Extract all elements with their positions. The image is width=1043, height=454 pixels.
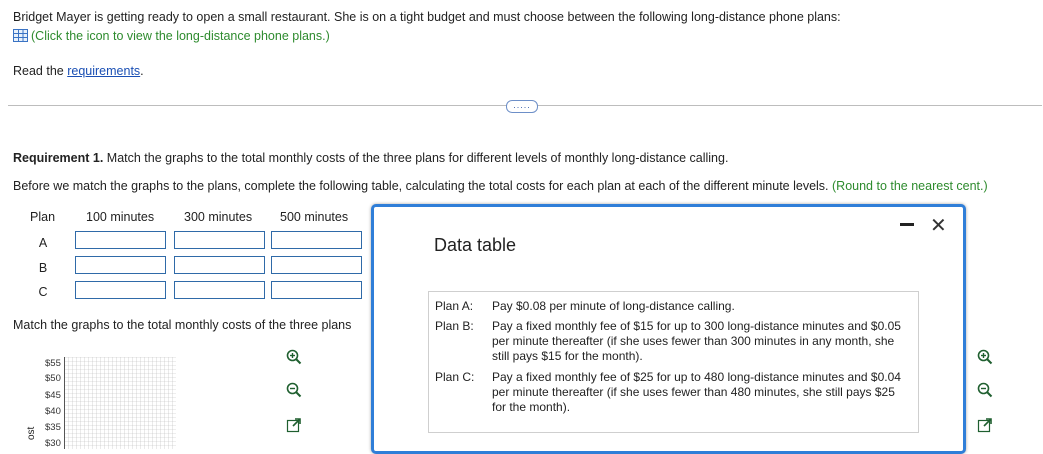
- plan-b-300-input[interactable]: [174, 256, 265, 274]
- row-label-b: B: [38, 261, 48, 275]
- click-icon-text[interactable]: (Click the icon to view the long-distanc…: [31, 29, 330, 43]
- y-axis-label: ost: [26, 426, 37, 440]
- plans-box: Plan A: Pay $0.08 per minute of long-dis…: [428, 291, 919, 433]
- data-table-modal: Data table ✕ Plan A: Pay $0.08 per minut…: [371, 204, 966, 454]
- plan-b-key: Plan B:: [435, 319, 474, 333]
- table-header-plan: Plan: [30, 210, 56, 224]
- y-tick-30: $30: [45, 438, 61, 449]
- plan-c-key: Plan C:: [435, 370, 475, 384]
- row-label-c: C: [38, 285, 48, 299]
- read-requirements-line: Read the requirements.: [13, 64, 144, 78]
- requirement-label: Requirement 1.: [13, 151, 104, 165]
- zoom-out-icon[interactable]: [284, 380, 304, 400]
- y-tick-50: $50: [45, 373, 61, 384]
- plan-c-row: Plan C: Pay a fixed monthly fee of $25 f…: [435, 370, 915, 418]
- table-icon[interactable]: [13, 29, 28, 42]
- expand-dots-button[interactable]: .....: [506, 100, 538, 113]
- instruction-line: Before we match the graphs to the plans,…: [13, 179, 988, 193]
- round-note: (Round to the nearest cent.): [832, 179, 988, 193]
- plan-b-100-input[interactable]: [75, 256, 166, 274]
- expand-graph-icon[interactable]: [284, 415, 304, 435]
- plan-a-300-input[interactable]: [174, 231, 265, 249]
- plan-a-key: Plan A:: [435, 299, 474, 313]
- plan-c-300-input[interactable]: [174, 281, 265, 299]
- table-header-100: 100 minutes: [86, 210, 155, 224]
- plan-c-text: Pay a fixed monthly fee of $25 for up to…: [492, 370, 901, 414]
- minimize-icon[interactable]: [900, 223, 914, 226]
- plan-b-text: Pay a fixed monthly fee of $15 for up to…: [492, 319, 901, 363]
- requirement-text: Match the graphs to the total monthly co…: [103, 151, 729, 165]
- zoom-out-icon-right[interactable]: [975, 380, 995, 400]
- graph-grid: [64, 357, 176, 449]
- plan-a-500-input[interactable]: [271, 231, 362, 249]
- expand-graph-icon-right[interactable]: [975, 415, 995, 435]
- plan-c-500-input[interactable]: [271, 281, 362, 299]
- y-tick-35: $35: [45, 422, 61, 433]
- table-header-500: 500 minutes: [280, 210, 349, 224]
- zoom-in-icon-right[interactable]: [975, 347, 995, 367]
- plan-c-100-input[interactable]: [75, 281, 166, 299]
- instruction-text: Before we match the graphs to the plans,…: [13, 179, 829, 193]
- read-suffix: .: [140, 64, 144, 78]
- plan-b-row: Plan B: Pay a fixed monthly fee of $15 f…: [435, 319, 915, 367]
- row-label-a: A: [38, 236, 48, 250]
- plan-b-500-input[interactable]: [271, 256, 362, 274]
- y-tick-55: $55: [45, 358, 61, 369]
- zoom-in-icon[interactable]: [284, 347, 304, 367]
- plan-a-row: Plan A: Pay $0.08 per minute of long-dis…: [435, 299, 915, 315]
- problem-text: Bridget Mayer is getting ready to open a…: [13, 10, 841, 24]
- close-icon[interactable]: ✕: [930, 216, 947, 236]
- plan-a-text: Pay $0.08 per minute of long-distance ca…: [492, 299, 735, 313]
- y-tick-45: $45: [45, 390, 61, 401]
- table-header-300: 300 minutes: [184, 210, 253, 224]
- y-tick-40: $40: [45, 406, 61, 417]
- requirement-heading: Requirement 1. Match the graphs to the t…: [13, 151, 728, 165]
- match-text: Match the graphs to the total monthly co…: [13, 318, 352, 332]
- data-table-link[interactable]: (Click the icon to view the long-distanc…: [13, 29, 330, 43]
- graph-grid-lines: [64, 357, 176, 449]
- plan-a-100-input[interactable]: [75, 231, 166, 249]
- modal-title: Data table: [434, 235, 517, 255]
- read-prefix: Read the: [13, 64, 68, 78]
- requirements-link[interactable]: requirements: [67, 64, 140, 78]
